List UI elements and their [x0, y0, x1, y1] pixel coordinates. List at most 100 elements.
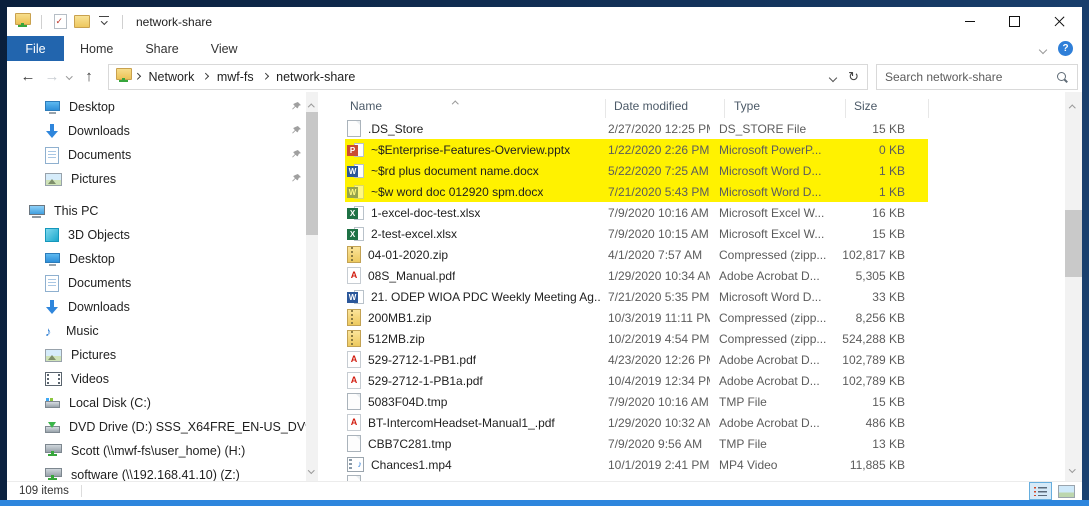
back-button[interactable]: ← — [15, 64, 41, 90]
column-header-name[interactable]: Name — [345, 99, 606, 118]
scroll-down-icon[interactable] — [1070, 458, 1075, 476]
file-row-bt-intercomheadset-manual1-pdf[interactable]: BT-IntercomHeadset-Manual1_.pdf1/29/2020… — [345, 412, 928, 433]
file-list-scrollbar-thumb[interactable] — [1065, 210, 1082, 277]
file-name: 2-test-excel.xlsx — [371, 227, 457, 241]
minimize-icon — [965, 21, 975, 22]
desktop-icon — [45, 253, 60, 266]
file-row-enterprise-features-overview-pptx[interactable]: ~$Enterprise-Features-Overview.pptx1/22/… — [345, 139, 928, 160]
breadcrumb-network[interactable]: Network — [143, 70, 201, 84]
refresh-icon[interactable]: ↻ — [848, 70, 859, 83]
sidebar-item-scott-mwf-fs-user-home-h[interactable]: Scott (\\mwf-fs\user_home) (H:) — [7, 439, 306, 463]
file-row-chances1-mp4[interactable]: Chances1.mp410/1/2019 2:41 PMMP4 Video11… — [345, 454, 928, 475]
pin-icon — [291, 101, 302, 115]
maximize-button[interactable] — [992, 7, 1037, 36]
file-row-529-2712-1-pb1a-pdf[interactable]: 529-2712-1-PB1a.pdf10/4/2019 12:34 PMAdo… — [345, 370, 928, 391]
file-type: Compressed (zipp... — [710, 332, 830, 346]
sidebar-item-music[interactable]: Music — [7, 319, 306, 343]
file-list-scrollbar[interactable] — [1065, 92, 1082, 482]
sidebar-item-desktop[interactable]: Desktop — [7, 95, 306, 119]
file-row-512mb-zip[interactable]: 512MB.zip10/2/2019 4:54 PMCompressed (zi… — [345, 328, 928, 349]
file-row-w-word-doc-012920-spm-docx[interactable]: ~$w word doc 012920 spm.docx7/21/2020 5:… — [345, 181, 928, 202]
sidebar-item-pictures[interactable]: Pictures — [7, 343, 306, 367]
search-box — [876, 64, 1078, 90]
zip-icon — [347, 246, 361, 263]
column-header-type[interactable]: Type — [725, 99, 846, 118]
sidebar-item-this-pc[interactable]: This PC — [7, 199, 306, 223]
large-icons-view-button[interactable] — [1055, 482, 1078, 500]
breadcrumb-chevron-icon[interactable] — [201, 74, 210, 79]
file-row-5083f04d-tmp[interactable]: 5083F04D.tmp7/9/2020 10:16 AMTMP File15 … — [345, 391, 928, 412]
breadcrumb-network-share[interactable]: network-share — [270, 70, 361, 84]
sidebar-item-label: Downloads — [68, 300, 130, 314]
address-dropdown-chevron[interactable] — [830, 70, 836, 84]
close-button[interactable] — [1037, 7, 1082, 36]
recent-locations-chevron[interactable] — [63, 64, 76, 90]
quick-access-properties-button[interactable] — [49, 10, 71, 34]
sidebar-item-desktop[interactable]: Desktop — [7, 247, 306, 271]
window-system-menu[interactable] — [12, 10, 34, 34]
scroll-up-icon[interactable] — [1070, 97, 1075, 115]
breadcrumb-chevron-icon[interactable] — [261, 74, 270, 79]
customize-toolbar-icon — [97, 15, 111, 29]
sidebar-item-downloads[interactable]: Downloads — [7, 295, 306, 319]
sidebar-scrollbar[interactable] — [306, 92, 318, 482]
pin-icon — [291, 173, 302, 187]
file-row-21-odep-wioa-pdc-weekly-meeting-ag[interactable]: 21. ODEP WIOA PDC Weekly Meeting Ag...7/… — [345, 286, 928, 307]
file-row-1-excel-doc-test-xlsx[interactable]: 1-excel-doc-test.xlsx7/9/2020 10:16 AMMi… — [345, 202, 928, 223]
file-date-modified: 7/9/2020 9:56 AM — [600, 437, 710, 451]
file-row-2-test-excel-xlsx[interactable]: 2-test-excel.xlsx7/9/2020 10:15 AMMicros… — [345, 223, 928, 244]
details-view-button[interactable] — [1029, 482, 1052, 500]
breadcrumb-mwf-fs[interactable]: mwf-fs — [211, 70, 260, 84]
file-row-ds-store[interactable]: .DS_Store2/27/2020 12:25 PMDS_STORE File… — [345, 118, 928, 139]
tab-file[interactable]: File — [7, 36, 64, 61]
3d-objects-icon — [45, 228, 59, 242]
address-bar[interactable]: Network mwf-fs network-share ↻ — [108, 64, 868, 90]
column-header-date-modified[interactable]: Date modified — [606, 99, 725, 118]
name-cell: 529-2712-1-PB1a.pdf — [345, 372, 600, 389]
search-icon[interactable] — [1057, 72, 1066, 81]
file-row-529-2712-1-pb1-pdf[interactable]: 529-2712-1-PB1.pdf4/23/2020 12:26 PMAdob… — [345, 349, 928, 370]
up-button[interactable]: ↑ — [76, 64, 102, 90]
file-row-04-01-2020-zip[interactable]: 04-01-2020.zip4/1/2020 7:57 AMCompressed… — [345, 244, 928, 265]
file-row-200mb1-zip[interactable]: 200MB1.zip10/3/2019 11:11 PMCompressed (… — [345, 307, 928, 328]
file-row-cbb7c281-tmp[interactable]: CBB7C281.tmp7/9/2020 9:56 AMTMP File13 K… — [345, 433, 928, 454]
ribbon-expand-button[interactable] — [1040, 40, 1046, 58]
sidebar-item-label: Desktop — [69, 252, 115, 266]
pictures-icon — [45, 173, 62, 186]
sidebar-item-3d-objects[interactable]: 3D Objects — [7, 223, 306, 247]
file-row-rd-plus-document-name-docx[interactable]: ~$rd plus document name.docx5/22/2020 7:… — [345, 160, 928, 181]
sidebar-item-documents[interactable]: Documents — [7, 271, 306, 295]
dvd-drive-icon — [45, 422, 60, 433]
sidebar-item-label: Documents — [68, 276, 131, 290]
file-date-modified: 7/9/2020 10:15 AM — [600, 227, 710, 241]
network-drive-icon — [45, 468, 62, 477]
forward-button[interactable]: → — [41, 64, 63, 90]
sidebar-item-downloads[interactable]: Downloads — [7, 119, 306, 143]
file-name: 5083F04D.tmp — [368, 395, 447, 409]
sidebar-scrollbar-thumb[interactable] — [306, 112, 318, 235]
quick-access-new-folder-button[interactable] — [71, 10, 93, 34]
file-type: Microsoft Excel W... — [710, 206, 830, 220]
file-icon — [347, 435, 361, 452]
sidebar-item-software-192-168-41-10-z[interactable]: software (\\192.168.41.10) (Z:) — [7, 463, 306, 482]
scroll-down-icon[interactable] — [309, 459, 314, 477]
tab-view[interactable]: View — [195, 36, 254, 61]
this-pc-icon — [29, 205, 45, 218]
sidebar-item-videos[interactable]: Videos — [7, 367, 306, 391]
divider — [122, 15, 123, 29]
minimize-button[interactable] — [947, 7, 992, 36]
sidebar-item-dvd-drive-d-sss-x64fre-en-us-dv9[interactable]: DVD Drive (D:) SSS_X64FRE_EN-US_DV9 — [7, 415, 306, 439]
tab-share[interactable]: Share — [129, 36, 194, 61]
customize-quick-access-button[interactable] — [93, 10, 115, 34]
sidebar-item-pictures[interactable]: Pictures — [7, 167, 306, 191]
breadcrumb-chevron-icon[interactable] — [133, 74, 142, 79]
help-icon[interactable] — [1058, 41, 1073, 56]
file-date-modified: 7/21/2020 5:43 PM — [600, 185, 710, 199]
column-header-size[interactable]: Size — [846, 99, 929, 118]
sidebar-item-documents[interactable]: Documents — [7, 143, 306, 167]
sidebar-item-local-disk-c[interactable]: Local Disk (C:) — [7, 391, 306, 415]
file-row-08s-manual-pdf[interactable]: 08S_Manual.pdf1/29/2020 10:34 AMAdobe Ac… — [345, 265, 928, 286]
tab-home[interactable]: Home — [64, 36, 129, 61]
search-input[interactable] — [877, 70, 1057, 84]
powerpoint-icon — [347, 142, 364, 158]
